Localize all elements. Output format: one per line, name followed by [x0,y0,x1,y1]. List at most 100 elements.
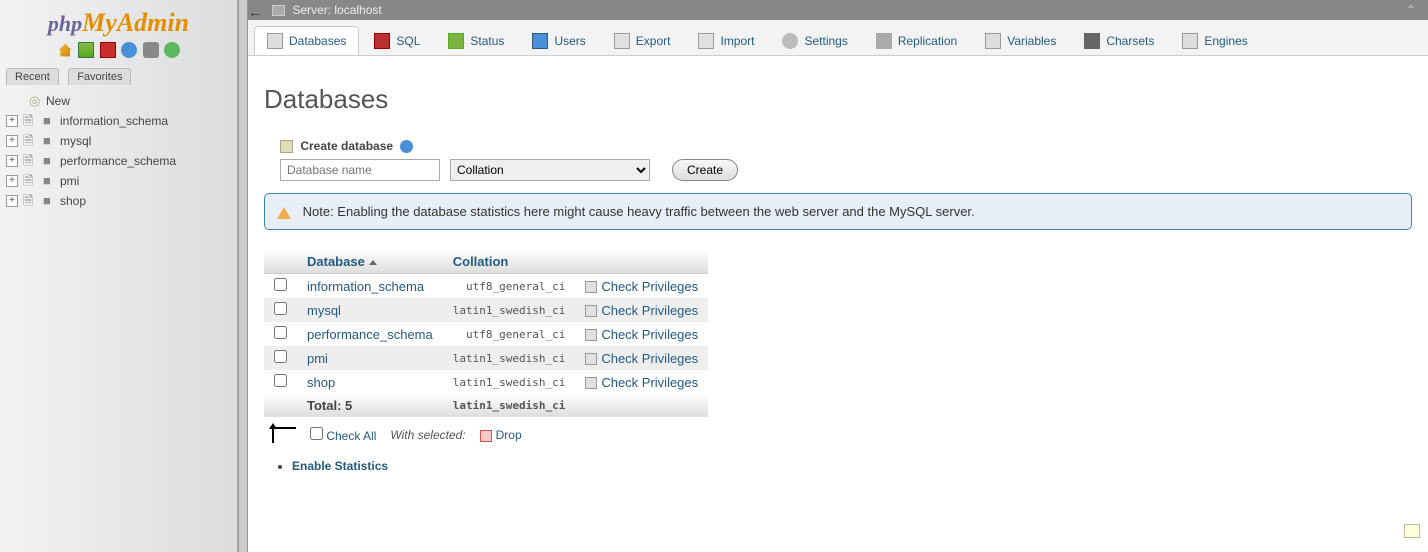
tree-new[interactable]: ◎ New [4,91,233,111]
add-db-icon [280,140,293,153]
db-link[interactable]: performance_schema [307,327,433,342]
create-button[interactable]: Create [672,159,738,181]
breadcrumb-server-label: Server: [292,3,331,17]
col-collation[interactable]: Collation [443,250,576,274]
help-icon[interactable] [400,140,413,153]
expand-icon[interactable]: + [6,175,18,187]
tree-item[interactable]: + 🗎 ■pmi [4,171,233,191]
tab-label: Export [636,34,671,48]
expand-icon[interactable]: + [6,115,18,127]
reload-icon[interactable] [164,42,180,58]
tab-status[interactable]: Status [435,26,517,55]
expand-icon[interactable]: + [6,135,18,147]
select-arrow-icon [272,427,296,443]
drop-icon [480,430,492,442]
row-collation: latin1_swedish_ci [443,370,576,394]
check-all-checkbox[interactable] [310,427,323,440]
check-privileges-link[interactable]: Check Privileges [601,303,698,318]
db-icon: 🗎 [23,172,37,190]
row-checkbox[interactable] [274,326,287,339]
table-row: mysql latin1_swedish_ci Check Privileges [264,298,708,322]
tree-item-label: shop [60,192,86,210]
tab-label: Settings [804,34,847,48]
query-window-icon[interactable] [100,42,116,58]
breadcrumb-collapse-icon[interactable]: ⌃ [1406,2,1424,18]
db-name-input[interactable] [280,159,440,181]
row-collation: latin1_swedish_ci [443,298,576,322]
variables-icon [985,33,1001,49]
nav-tab-favorites[interactable]: Favorites [68,68,131,85]
tree-item[interactable]: +🗎■mysql [4,131,233,151]
tab-import[interactable]: Import [685,26,767,55]
tab-label: Replication [898,34,957,48]
check-privileges-link[interactable]: Check Privileges [601,279,698,294]
db-icon: ■ [43,172,57,190]
privileges-icon [585,377,597,389]
sidebar: phpMyAdmin Recent Favorites ◎ New +🗎■inf… [0,0,238,552]
row-checkbox[interactable] [274,302,287,315]
tab-sql[interactable]: SQL [361,26,433,55]
top-tabs: Databases SQLStatusUsers Export Import Setti… [248,20,1428,56]
privileges-icon [585,329,597,341]
tab-databases[interactable]: Databases [254,26,359,55]
col-database[interactable]: Database [297,250,443,274]
breadcrumb-server-name[interactable]: localhost [334,3,381,17]
collation-select[interactable]: Collation [450,159,650,181]
databases-table: Database Collation information_schemautf… [264,250,708,417]
tab-charsets[interactable]: Charsets [1071,26,1167,55]
tree-item[interactable]: +🗎■performance_schema [4,151,233,171]
tab-engines[interactable]: Engines [1169,26,1260,55]
export-icon [614,33,630,49]
tab-export[interactable]: Export [601,26,684,55]
console-toggle-icon[interactable] [1404,524,1420,538]
check-all[interactable]: Check All [310,427,376,443]
logo[interactable]: phpMyAdmin [0,0,237,42]
logout-icon[interactable] [78,42,94,58]
tree-item-label: mysql [60,132,91,150]
panel-divider[interactable] [238,0,248,552]
breadcrumb-bar: Server: localhost ⌃ [248,0,1428,20]
replication-icon [876,33,892,49]
db-icon: 🗎 [23,132,37,150]
nav-tab-recent[interactable]: Recent [6,68,59,85]
databases-icon [267,33,283,49]
tree-item-label: pmi [60,172,79,190]
row-checkbox[interactable] [274,278,287,291]
db-link[interactable]: information_schema [307,279,424,294]
privileges-icon [585,305,597,317]
db-link[interactable]: mysql [307,303,341,318]
tree-item[interactable]: +🗎■shop [4,191,233,211]
expand-icon[interactable]: + [6,155,18,167]
drop-link[interactable]: Drop [480,428,522,442]
db-tree: ◎ New +🗎■information_schema+🗎■mysql+🗎■pe… [0,85,237,217]
row-checkbox[interactable] [274,374,287,387]
settings-icon [782,33,798,49]
privileges-icon [585,353,597,365]
tab-settings[interactable]: Settings [769,26,860,55]
nav-back-icon[interactable]: ← [248,4,266,20]
check-privileges-link[interactable]: Check Privileges [601,327,698,342]
tab-label: Variables [1007,34,1056,48]
check-privileges-link[interactable]: Check Privileges [601,375,698,390]
tab-users[interactable]: Users [519,26,598,55]
charsets-icon [1084,33,1100,49]
db-icon: ■ [43,192,57,210]
row-collation: utf8_general_ci [443,322,576,346]
with-selected-label: With selected: [390,428,465,442]
expand-icon[interactable]: + [6,195,18,207]
row-checkbox[interactable] [274,350,287,363]
home-icon[interactable] [57,42,73,58]
docs-icon[interactable] [121,42,137,58]
tab-variables[interactable]: Variables [972,26,1069,55]
tab-label: Databases [289,34,346,48]
check-privileges-link[interactable]: Check Privileges [601,351,698,366]
db-link[interactable]: pmi [307,351,328,366]
tab-replication[interactable]: Replication [863,26,970,55]
db-link[interactable]: shop [307,375,335,390]
tree-item[interactable]: +🗎■information_schema [4,111,233,131]
page-title: Databases [264,84,1412,115]
enable-statistics-link[interactable]: Enable Statistics [292,459,388,473]
engines-icon [1182,33,1198,49]
main-panel: Server: localhost ⌃ Databases SQLStatusUs… [248,0,1428,552]
nav-settings-icon[interactable] [143,42,159,58]
